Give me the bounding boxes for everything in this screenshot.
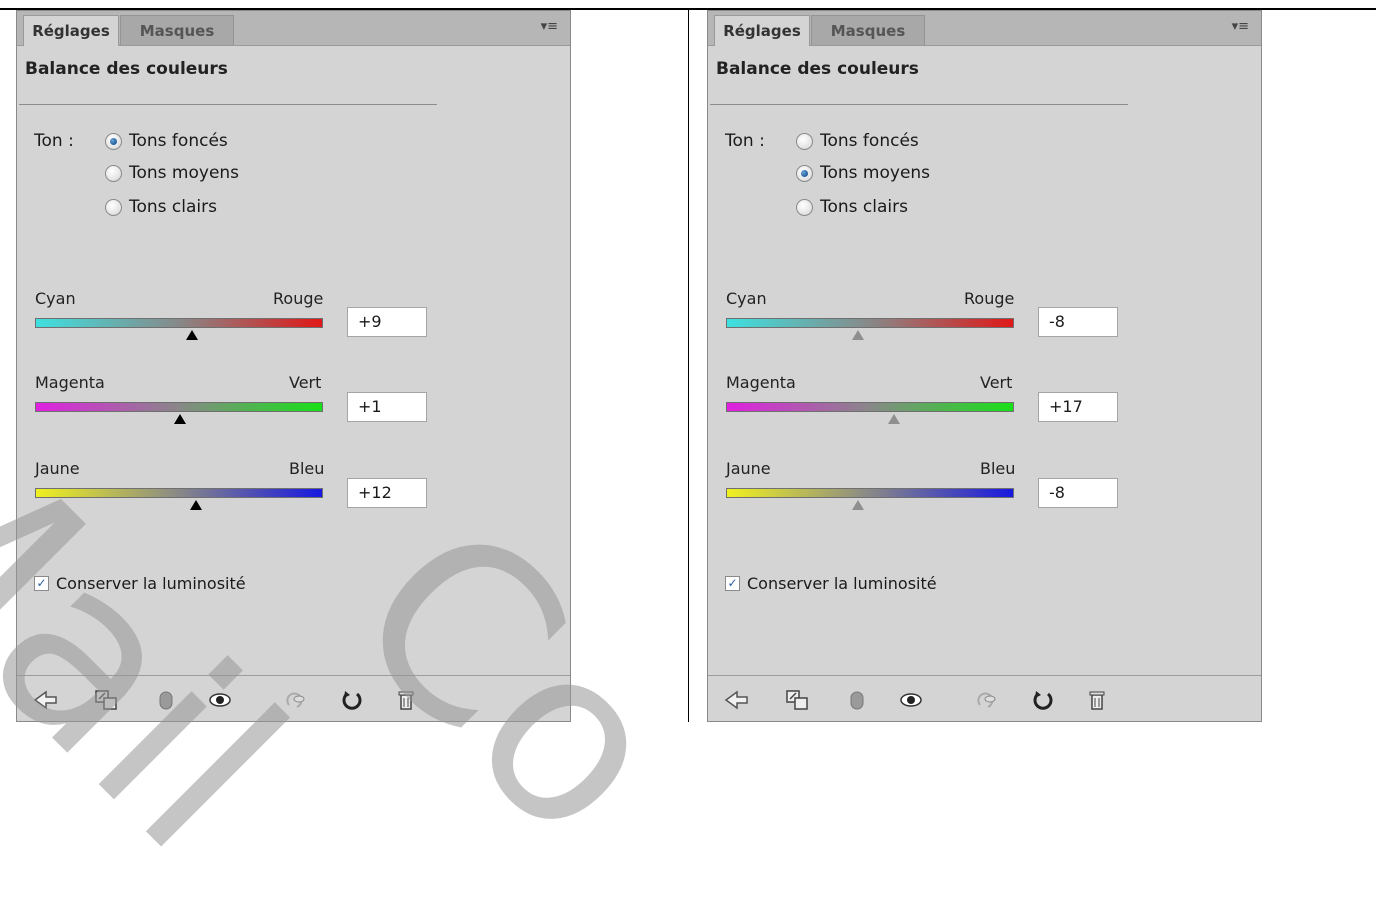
slider-cyan-label: Cyan	[726, 289, 767, 308]
preserve-luminosity-checkbox[interactable]: ✓	[34, 576, 49, 591]
magenta-vert-slider[interactable]	[726, 402, 1014, 412]
cyan-rouge-slider[interactable]	[726, 318, 1014, 328]
jaune-bleu-value-field[interactable]: +12	[347, 478, 427, 508]
radio-button[interactable]	[105, 164, 122, 182]
checkbox-label: Conserver la luminosité	[747, 574, 937, 593]
slider-jaune-label: Jaune	[726, 459, 771, 478]
trash-icon[interactable]	[393, 689, 419, 711]
slider-vert-label: Vert	[289, 373, 322, 392]
middle-divider	[688, 8, 689, 722]
radio-label: Tons foncés	[129, 131, 228, 151]
panel-menu-icon[interactable]: ▾≡	[1232, 19, 1249, 34]
trash-icon[interactable]	[1084, 689, 1110, 711]
reset-icon[interactable]	[339, 689, 365, 711]
slider-rouge-label: Rouge	[273, 289, 324, 308]
cyan-rouge-value-field[interactable]: +9	[347, 307, 427, 337]
panel-toolbar	[17, 677, 570, 723]
reset-icon[interactable]	[1030, 689, 1056, 711]
slider-rouge-label: Rouge	[964, 289, 1015, 308]
radio-button[interactable]	[796, 198, 813, 216]
layer-visibility-gray-icon[interactable]	[844, 689, 870, 711]
adjustments-panel-right: Réglages Masques ▾≡ Balance des couleurs…	[707, 10, 1262, 722]
layer-visibility-gray-icon[interactable]	[153, 689, 179, 711]
jaune-bleu-slider[interactable]	[726, 488, 1014, 498]
tab-masques[interactable]: Masques	[811, 15, 925, 45]
slider-thumb[interactable]	[185, 330, 198, 340]
clip-layer-icon[interactable]	[784, 689, 810, 711]
slider-thumb[interactable]	[852, 500, 865, 510]
toolbar-divider	[17, 675, 570, 676]
slider-thumb[interactable]	[888, 414, 901, 424]
panel-title: Balance des couleurs	[716, 59, 919, 79]
radio-tons-moyens[interactable]: Tons moyens	[796, 163, 930, 183]
slider-thumb[interactable]	[174, 414, 187, 424]
magenta-vert-value-field[interactable]: +1	[347, 392, 427, 422]
slider-bleu-label: Bleu	[980, 459, 1016, 478]
slider-jaune-label: Jaune	[35, 459, 80, 478]
radio-label: Tons clairs	[820, 197, 908, 217]
cyan-rouge-slider[interactable]	[35, 318, 323, 328]
panel-menu-icon[interactable]: ▾≡	[541, 19, 558, 34]
divider	[19, 104, 437, 105]
radio-label: Tons moyens	[820, 163, 931, 183]
back-arrow-icon[interactable]	[724, 689, 750, 711]
adjustments-panel-left: Réglages Masques ▾≡ Balance des couleurs…	[16, 10, 571, 722]
tab-bar: Réglages Masques ▾≡	[17, 11, 570, 46]
clip-layer-icon[interactable]	[93, 689, 119, 711]
radio-tons-moyens[interactable]: Tons moyens	[105, 163, 239, 183]
ton-label: Ton :	[34, 131, 74, 151]
tab-reglages[interactable]: Réglages	[23, 15, 119, 46]
slider-vert-label: Vert	[980, 373, 1013, 392]
back-arrow-icon[interactable]	[33, 689, 59, 711]
radio-label: Tons moyens	[129, 163, 240, 183]
radio-button[interactable]	[796, 132, 813, 150]
tab-bar: Réglages Masques ▾≡	[708, 11, 1261, 46]
divider	[710, 104, 1128, 105]
eye-icon[interactable]	[207, 689, 233, 711]
jaune-bleu-value-field[interactable]: -8	[1038, 478, 1118, 508]
radio-button[interactable]	[105, 198, 122, 216]
tab-reglages[interactable]: Réglages	[714, 15, 810, 46]
preserve-luminosity-checkbox[interactable]: ✓	[725, 576, 740, 591]
ton-label: Ton :	[725, 131, 765, 151]
previous-state-icon[interactable]	[283, 689, 309, 711]
magenta-vert-slider[interactable]	[35, 402, 323, 412]
jaune-bleu-slider[interactable]	[35, 488, 323, 498]
radio-tons-clairs[interactable]: Tons clairs	[105, 197, 217, 217]
radio-label: Tons foncés	[820, 131, 919, 151]
radio-tons-fonces[interactable]: Tons foncés	[796, 131, 919, 151]
radio-button[interactable]	[796, 164, 813, 182]
slider-magenta-label: Magenta	[35, 373, 105, 392]
panel-toolbar	[708, 677, 1261, 723]
radio-button[interactable]	[105, 132, 122, 150]
preserve-luminosity-option[interactable]: ✓ Conserver la luminosité	[725, 574, 937, 593]
tab-masques[interactable]: Masques	[120, 15, 234, 45]
previous-state-icon[interactable]	[974, 689, 1000, 711]
slider-thumb[interactable]	[852, 330, 865, 340]
preserve-luminosity-option[interactable]: ✓ Conserver la luminosité	[34, 574, 246, 593]
slider-cyan-label: Cyan	[35, 289, 76, 308]
checkbox-label: Conserver la luminosité	[56, 574, 246, 593]
radio-tons-clairs[interactable]: Tons clairs	[796, 197, 908, 217]
cyan-rouge-value-field[interactable]: -8	[1038, 307, 1118, 337]
panel-title: Balance des couleurs	[25, 59, 228, 79]
eye-icon[interactable]	[898, 689, 924, 711]
radio-label: Tons clairs	[129, 197, 217, 217]
toolbar-divider	[708, 675, 1261, 676]
magenta-vert-value-field[interactable]: +17	[1038, 392, 1118, 422]
slider-bleu-label: Bleu	[289, 459, 325, 478]
slider-thumb[interactable]	[190, 500, 203, 510]
slider-magenta-label: Magenta	[726, 373, 796, 392]
radio-tons-fonces[interactable]: Tons foncés	[105, 131, 228, 151]
